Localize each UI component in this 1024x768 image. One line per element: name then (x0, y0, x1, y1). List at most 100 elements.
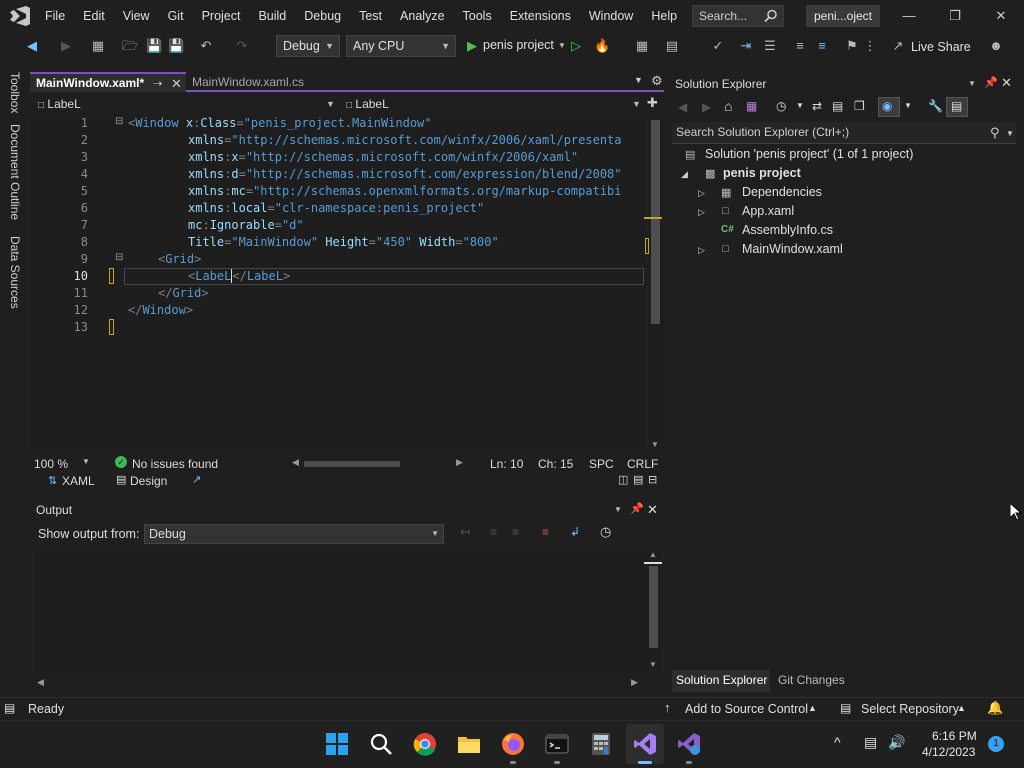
scroll-left-icon[interactable]: ◀ (37, 677, 44, 688)
popout-icon[interactable]: ↗ (192, 473, 201, 486)
nav-type-select[interactable]: □ LabeL ▼ (32, 95, 338, 113)
clock-icon[interactable]: ◷ (600, 524, 611, 540)
start-debug-icon[interactable]: ▶ (464, 38, 480, 54)
switch-views-icon[interactable]: ▦ (746, 99, 757, 113)
hot-reload-icon[interactable]: 🔥 (594, 38, 610, 54)
sync-icon[interactable]: ⇄ (812, 99, 822, 113)
pending-changes-icon[interactable]: ◷ (776, 99, 786, 113)
live-share-icon[interactable]: ↗ (890, 38, 906, 54)
menu-extensions[interactable]: Extensions (501, 0, 580, 32)
bookmark-icon[interactable]: ⚑ (844, 38, 860, 54)
collapse-all-icon[interactable]: ▤ (832, 99, 843, 113)
whitespace-indicator[interactable]: SPC (589, 457, 614, 471)
vertical-split-icon[interactable]: ◫ (618, 473, 628, 486)
back-icon[interactable]: ◀ (678, 100, 687, 114)
preview-selected-toggle[interactable]: ◉ (878, 97, 900, 117)
solution-platform-select[interactable]: Any CPU ▼ (346, 35, 456, 57)
scroll-left-icon[interactable]: ◀ (292, 457, 299, 468)
menu-project[interactable]: Project (193, 0, 250, 32)
clear-all-icon[interactable]: ≡ (542, 525, 549, 539)
editor-vertical-scrollbar[interactable]: ▼ (644, 114, 664, 454)
collapse-pane-icon[interactable]: ⊟ (648, 473, 657, 486)
scroll-down-icon[interactable]: ▼ (651, 440, 659, 449)
horizontal-scroll-thumb[interactable] (304, 461, 400, 467)
chevron-down-icon[interactable]: ▼ (904, 101, 912, 110)
issues-status[interactable]: No issues found (132, 457, 218, 471)
scrollbar-thumb[interactable] (651, 120, 660, 324)
volume-icon[interactable]: 🔊 (888, 734, 905, 751)
start-debug-target[interactable]: penis project (483, 38, 554, 52)
find-message-icon[interactable]: ↤ (460, 525, 470, 539)
comment-icon[interactable]: ☰ (762, 38, 778, 54)
menu-edit[interactable]: Edit (74, 0, 114, 32)
menu-window[interactable]: Window (580, 0, 642, 32)
gear-icon[interactable]: ⚙ (651, 73, 663, 89)
tab-solution-explorer[interactable]: Solution Explorer (672, 670, 770, 692)
word-wrap-icon[interactable]: ↲ (570, 525, 580, 539)
solution-configuration-select[interactable]: Debug ▼ (276, 35, 340, 57)
layout-icon[interactable]: ▤ (664, 38, 680, 54)
tree-project[interactable]: penis project (723, 166, 801, 180)
browse-icon[interactable]: ▦ (634, 38, 650, 54)
close-icon[interactable]: ✕ (647, 502, 658, 518)
line-indicator[interactable]: Ln: 10 (490, 457, 523, 471)
search-input[interactable]: Search... (692, 5, 784, 27)
collapse-icon[interactable]: ⊟ (115, 252, 123, 263)
redo-icon[interactable]: ↷ (234, 38, 250, 54)
output-source-select[interactable]: Debug ▼ (144, 524, 444, 544)
notifications-bell-icon[interactable]: 🔔 (987, 700, 1003, 716)
windows-start-icon[interactable] (325, 732, 349, 756)
expanded-arrow-icon[interactable]: ◢ (681, 169, 688, 180)
menu-build[interactable]: Build (249, 0, 295, 32)
prev-message-icon[interactable]: ≡ (490, 525, 497, 539)
clock-time[interactable]: 6:16 PM (932, 729, 977, 743)
tab-mainwindow-xaml-cs[interactable]: MainWindow.xaml.cs (186, 72, 348, 92)
undo-icon[interactable]: ↶ (198, 38, 214, 54)
menu-test[interactable]: Test (350, 0, 391, 32)
pin-icon[interactable]: ⇢ (153, 77, 162, 90)
zoom-level[interactable]: 100 % (34, 457, 68, 471)
pin-icon[interactable]: 📌 (984, 76, 998, 89)
tree-item-mainwindow-xaml[interactable]: MainWindow.xaml (742, 242, 843, 256)
design-tab[interactable]: Design (130, 474, 167, 488)
tab-mainwindow-xaml[interactable]: MainWindow.xaml* ⇢ ✕ (30, 72, 186, 92)
data-sources-tab[interactable]: Data Sources (8, 236, 22, 309)
save-all-icon[interactable]: 💾 (168, 38, 184, 54)
notification-count-badge[interactable]: 1 (988, 736, 1004, 752)
firefox-icon[interactable] (501, 732, 525, 756)
home-icon[interactable]: ⌂ (724, 98, 732, 114)
tab-overflow-icon[interactable]: ▼ (634, 75, 643, 85)
chevron-down-icon[interactable]: ▼ (968, 79, 976, 88)
chrome-icon[interactable] (413, 732, 437, 756)
close-icon[interactable]: ✕ (1001, 75, 1012, 91)
menu-view[interactable]: View (114, 0, 159, 32)
output-text-area[interactable] (34, 546, 646, 674)
close-window-button[interactable]: ✕ (978, 0, 1024, 32)
minimize-button[interactable]: — (886, 0, 932, 32)
chevron-up-icon[interactable]: ▲ (957, 703, 966, 713)
line-ending-indicator[interactable]: CRLF (627, 457, 658, 471)
collapsed-arrow-icon[interactable]: ▷ (698, 188, 705, 199)
collapsed-arrow-icon[interactable]: ▷ (698, 245, 705, 256)
column-indicator[interactable]: Ch: 15 (538, 457, 573, 471)
navigate-back-icon[interactable]: ◀ (24, 38, 40, 54)
chevron-down-icon[interactable]: ▼ (796, 101, 804, 110)
toolbox-tab[interactable]: Toolbox (8, 72, 22, 113)
clock-date[interactable]: 4/12/2023 (922, 745, 975, 759)
split-editor-icon[interactable]: ✚ (647, 95, 658, 111)
search-icon[interactable] (369, 732, 393, 756)
scroll-right-icon[interactable]: ▶ (631, 677, 638, 688)
chevron-down-icon[interactable]: ▼ (82, 457, 90, 466)
menu-analyze[interactable]: Analyze (391, 0, 453, 32)
next-message-icon[interactable]: ≡ (512, 525, 519, 539)
start-without-debug-icon[interactable]: ▷ (568, 38, 584, 54)
xaml-tab[interactable]: XAML (62, 474, 95, 488)
solution-name-badge[interactable]: peni...oject (806, 5, 880, 27)
chevron-up-icon[interactable]: ▲ (808, 703, 817, 713)
save-icon[interactable]: 💾 (146, 38, 162, 54)
menu-file[interactable]: File (36, 0, 74, 32)
tree-item-app-xaml[interactable]: App.xaml (742, 204, 794, 218)
tab-git-changes[interactable]: Git Changes (778, 673, 845, 687)
tree-solution[interactable]: Solution 'penis project' (1 of 1 project… (705, 147, 913, 161)
tray-overflow-icon[interactable]: ^ (834, 734, 841, 750)
